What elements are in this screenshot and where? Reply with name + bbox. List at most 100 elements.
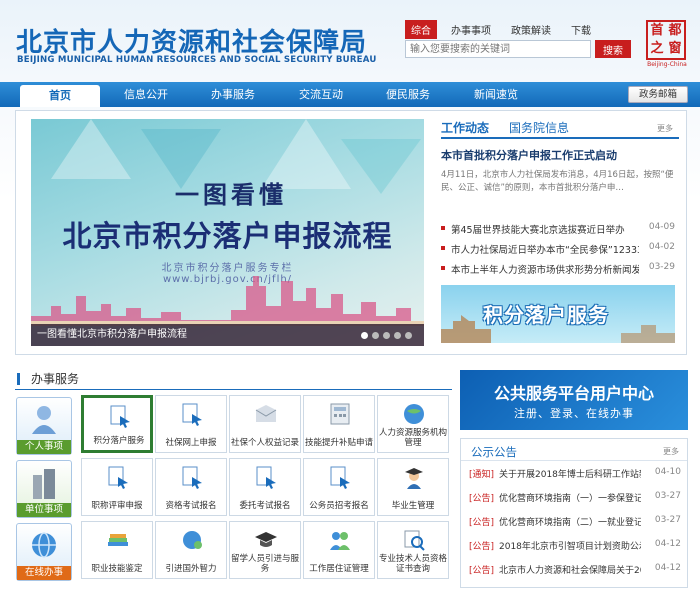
notice-item[interactable]: [公告] 优化营商环境指南（二）一就业登记、… 03-27 bbox=[461, 509, 687, 533]
badge-char: 都 bbox=[668, 23, 682, 38]
carousel-dot[interactable] bbox=[372, 332, 379, 339]
points-settlement-promo[interactable]: 积分落户服务 bbox=[441, 285, 675, 343]
category-personal-label: 个人事项 bbox=[17, 440, 71, 454]
capital-window-badge[interactable]: 首 都 之 窗 Beijing-China bbox=[646, 20, 688, 68]
document-cursor-icon bbox=[108, 466, 128, 489]
globe-icon bbox=[32, 532, 56, 558]
building-icon bbox=[33, 469, 55, 499]
search-tab-all[interactable]: 综合 bbox=[405, 20, 437, 39]
search-button[interactable]: 搜索 bbox=[595, 40, 631, 58]
service-insurance-record[interactable]: 社保个人权益记录 bbox=[229, 395, 301, 453]
main-nav: 首页 信息公开 办事服务 交流互动 便民服务 新闻速览 政务邮箱 bbox=[0, 82, 700, 107]
notice-item[interactable]: [公告] 2018年北京市引智项目计划资助公示表 04-12 bbox=[461, 533, 687, 557]
category-organization-label: 单位事项 bbox=[17, 503, 71, 517]
notice-item-date: 04-12 bbox=[654, 563, 681, 573]
news-item[interactable]: 本市上半年人力资源市场供求形势分析新闻发布… 03-29 bbox=[441, 261, 679, 281]
news-item-title[interactable]: 第45届世界技能大赛北京选拔赛近日举办 bbox=[451, 222, 639, 236]
document-cursor-icon bbox=[182, 403, 202, 426]
service-graduate-management[interactable]: 毕业生管理 bbox=[377, 458, 449, 516]
carousel-dot[interactable] bbox=[383, 332, 390, 339]
books-icon bbox=[108, 534, 128, 546]
service-social-insurance-online[interactable]: 社保网上申报 bbox=[155, 395, 227, 453]
service-skill-subsidy[interactable]: 技能提升补贴申请 bbox=[303, 395, 375, 453]
category-online[interactable]: 在线办事 bbox=[16, 523, 72, 581]
calculator-icon bbox=[330, 403, 350, 425]
service-label: 技能提升补贴申请 bbox=[304, 438, 373, 448]
service-label: 专业技术人员资格证书查询 bbox=[378, 554, 447, 574]
notice-item[interactable]: [公告] 北京市人力资源和社会保障局关于2017… 04-12 bbox=[461, 557, 687, 581]
news-more-link[interactable]: 更多 bbox=[657, 123, 673, 134]
service-label: 社保网上申报 bbox=[165, 438, 217, 448]
services-panel: 个人事项 单位事项 在线办事 积分落户服务 社保网上申报 社保个人权益记录 技能… bbox=[15, 395, 452, 587]
service-tiles-grid: 积分落户服务 社保网上申报 社保个人权益记录 技能提升补贴申请 人力资源服务机构… bbox=[81, 395, 451, 587]
service-foreign-talent[interactable]: 引进国外智力 bbox=[155, 521, 227, 579]
person-icon bbox=[32, 406, 56, 434]
banner-decoration bbox=[51, 119, 131, 179]
public-service-portal-banner[interactable]: 公共服务平台用户中心 注册、登录、在线办事 bbox=[460, 370, 688, 430]
category-organization[interactable]: 单位事项 bbox=[16, 460, 72, 518]
notice-item-title[interactable]: 北京市人力资源和社会保障局关于2017… bbox=[499, 563, 641, 576]
tab-state-council[interactable]: 国务院信息 bbox=[509, 119, 569, 136]
category-online-label: 在线办事 bbox=[17, 566, 71, 580]
section-marker bbox=[17, 373, 20, 385]
nav-convenience[interactable]: 便民服务 bbox=[368, 82, 448, 107]
badge-char: 首 bbox=[650, 23, 664, 38]
notice-item-title[interactable]: 2018年北京市引智项目计划资助公示表 bbox=[499, 539, 641, 552]
news-item[interactable]: 第45届世界技能大赛北京选拔赛近日举办 04-09 bbox=[441, 221, 679, 241]
document-cursor-icon bbox=[330, 466, 350, 489]
site-title-en: BEIJING MUNICIPAL HUMAN RESOURCES AND SO… bbox=[17, 55, 377, 65]
service-overseas-students[interactable]: 留学人员引进与服务 bbox=[229, 521, 301, 579]
service-label: 职业技能鉴定 bbox=[91, 564, 143, 574]
carousel-dot[interactable] bbox=[361, 332, 368, 339]
search-input[interactable] bbox=[405, 40, 591, 58]
notice-tag: [公告] bbox=[469, 542, 495, 552]
service-qualification-exam[interactable]: 资格考试报名 bbox=[155, 458, 227, 516]
nav-interaction[interactable]: 交流互动 bbox=[281, 82, 361, 107]
notice-item-title[interactable]: 关于开展2018年博士后科研工作站新设… bbox=[499, 467, 641, 480]
service-label: 委托考试报名 bbox=[239, 501, 291, 511]
service-hr-agency-management[interactable]: 人力资源服务机构管理 bbox=[377, 395, 449, 453]
nav-news[interactable]: 新闻速览 bbox=[456, 82, 536, 107]
notice-title: 公示公告 bbox=[471, 445, 517, 459]
notice-item-title[interactable]: 优化营商环境指南（二）一就业登记、… bbox=[499, 515, 641, 528]
site-title[interactable]: 北京市人力资源和社会保障局 bbox=[16, 22, 367, 59]
site-header: 北京市人力资源和社会保障局 BEIJING MUNICIPAL HUMAN RE… bbox=[0, 0, 700, 80]
notice-item-date: 04-12 bbox=[654, 539, 681, 549]
nav-home[interactable]: 首页 bbox=[20, 85, 100, 107]
service-vocational-skill[interactable]: 职业技能鉴定 bbox=[81, 521, 153, 579]
search-tab-download[interactable]: 下载 bbox=[565, 20, 597, 39]
notice-item[interactable]: [通知] 关于开展2018年博士后科研工作站新设… 04-10 bbox=[461, 461, 687, 485]
notice-item-title[interactable]: 优化营商环境指南（一）一参保登记、… bbox=[499, 491, 641, 504]
nav-services[interactable]: 办事服务 bbox=[193, 82, 273, 107]
carousel-dot[interactable] bbox=[405, 332, 412, 339]
service-points-settlement[interactable]: 积分落户服务 bbox=[81, 395, 153, 453]
nav-info-disclosure[interactable]: 信息公开 bbox=[106, 82, 186, 107]
notice-item-date: 03-27 bbox=[654, 491, 681, 501]
news-section: 一图看懂 北京市积分落户申报流程 北京市积分落户服务专栏 www.bjrbj.g… bbox=[15, 110, 687, 355]
gov-mail-button[interactable]: 政务邮箱 bbox=[628, 86, 688, 103]
search-tab-policy[interactable]: 政策解读 bbox=[505, 20, 557, 39]
news-item[interactable]: 市人力社保局近日举办本市“全民参保”12333金… 04-02 bbox=[441, 241, 679, 261]
news-item-title[interactable]: 本市上半年人力资源市场供求形势分析新闻发布… bbox=[451, 262, 639, 276]
magnifier-document-icon bbox=[404, 530, 425, 551]
service-entrusted-exam[interactable]: 委托考试报名 bbox=[229, 458, 301, 516]
notice-tag: [公告] bbox=[469, 518, 495, 528]
category-personal[interactable]: 个人事项 bbox=[16, 397, 72, 455]
notice-item[interactable]: [公告] 优化营商环境指南（一）一参保登记、… 03-27 bbox=[461, 485, 687, 509]
graduate-icon bbox=[405, 468, 423, 489]
service-civil-servant-exam[interactable]: 公务员招考报名 bbox=[303, 458, 375, 516]
news-headline[interactable]: 本市首批积分落户申报工作正式启动 bbox=[441, 147, 679, 163]
banner-slogan: 一图看懂 bbox=[175, 180, 287, 209]
service-label: 引进国外智力 bbox=[165, 564, 217, 574]
banner-title: 北京市积分落户申报流程 bbox=[62, 219, 393, 253]
service-residence-permit[interactable]: 工作居住证管理 bbox=[303, 521, 375, 579]
notice-more-link[interactable]: 更多 bbox=[663, 446, 679, 457]
service-title-evaluation[interactable]: 职称评审申报 bbox=[81, 458, 153, 516]
news-item-title[interactable]: 市人力社保局近日举办本市“全民参保”12333金… bbox=[451, 242, 639, 256]
service-certificate-query[interactable]: 专业技术人员资格证书查询 bbox=[377, 521, 449, 579]
news-item-date: 04-02 bbox=[648, 242, 675, 252]
search-tab-services[interactable]: 办事事项 bbox=[445, 20, 497, 39]
banner-carousel[interactable]: 一图看懂 北京市积分落户申报流程 北京市积分落户服务专栏 www.bjrbj.g… bbox=[31, 119, 424, 346]
tab-work-news[interactable]: 工作动态 bbox=[441, 119, 489, 136]
carousel-dot[interactable] bbox=[394, 332, 401, 339]
